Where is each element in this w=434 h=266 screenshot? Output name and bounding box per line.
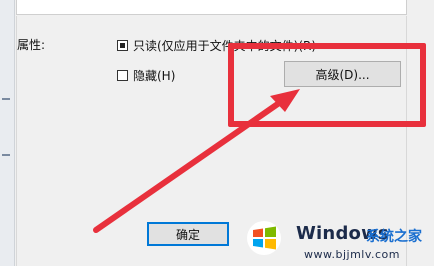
watermark-chinese: 系统之家	[366, 229, 422, 245]
windows-logo-icon	[247, 221, 281, 255]
watermark: Windows 系统之家 www.bjjmlv.com	[240, 208, 434, 266]
watermark-url: www.bjjmlv.com	[304, 248, 400, 261]
